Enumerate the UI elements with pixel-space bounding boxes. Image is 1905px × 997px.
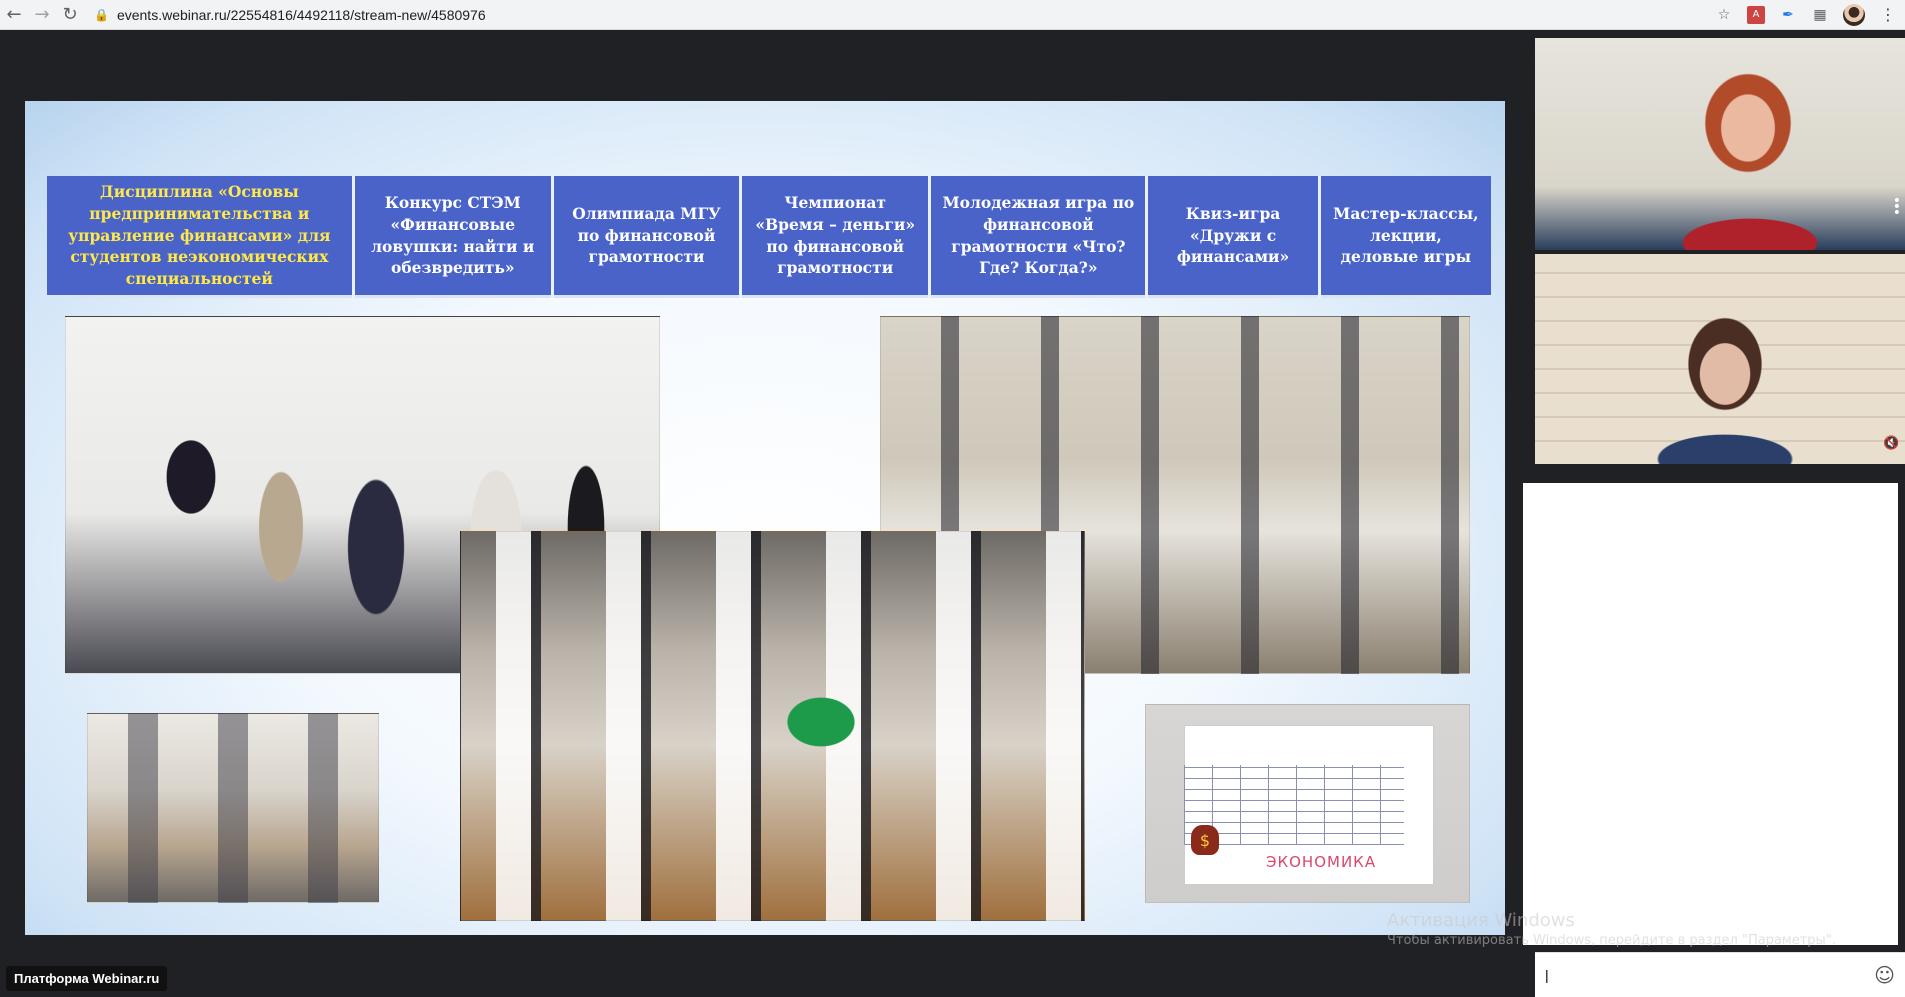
forward-arrow-icon[interactable]: →	[28, 1, 56, 29]
money-bag-icon: $	[1191, 825, 1219, 855]
chat-input-bar: ☺	[1535, 952, 1905, 997]
photo-students-with-bags	[460, 531, 1085, 921]
chat-input[interactable]	[1545, 967, 1875, 983]
category-cell: Чемпионат «Время – деньги» по финансовой…	[742, 176, 929, 298]
poster-title: ЭКОНОМИКА	[1266, 853, 1377, 871]
photo-classroom	[87, 713, 379, 903]
muted-microphone-icon: 🔇	[1883, 436, 1900, 451]
chat-panel	[1523, 483, 1898, 945]
category-cell: Конкурс СТЭМ «Финансовые ловушки: найти …	[354, 176, 551, 298]
presentation-slide: Дисциплина «Основы предпринимательства и…	[25, 101, 1505, 935]
presentation-stage: Дисциплина «Основы предпринимательства и…	[0, 31, 1535, 997]
pdf-extension-icon[interactable]: A	[1747, 5, 1765, 24]
video-feed-speaker-2[interactable]: 🔇	[1535, 254, 1905, 464]
category-cell: Квиз-игра «Дружи с финансами»	[1148, 176, 1318, 298]
profile-avatar[interactable]	[1843, 3, 1865, 26]
video-feed-speaker-1[interactable]: • • •	[1535, 38, 1905, 250]
menu-kebab-icon[interactable]: ⋮	[1879, 5, 1897, 24]
platform-brand-badge[interactable]: Платформа Webinar.ru	[6, 966, 168, 991]
lock-icon[interactable]: 🔒	[94, 8, 109, 22]
category-header-row: Дисциплина «Основы предпринимательства и…	[47, 176, 1491, 298]
address-bar[interactable]: events.webinar.ru/22554816/4492118/strea…	[117, 7, 1715, 23]
back-arrow-icon[interactable]: ←	[0, 1, 28, 29]
bookmark-star-icon[interactable]: ☆	[1715, 6, 1733, 24]
more-options-icon[interactable]: • • •	[1893, 194, 1901, 220]
reload-icon[interactable]: ↻	[56, 1, 84, 29]
extension-icon[interactable]: ▦	[1811, 6, 1829, 24]
photo-economics-poster: $ ЭКОНОМИКА	[1145, 704, 1470, 903]
category-cell: Мастер-классы, лекции, деловые игры	[1320, 176, 1491, 298]
category-cell: Дисциплина «Основы предпринимательства и…	[47, 176, 352, 298]
category-cell: Олимпиада МГУ по финансовой грамотности	[553, 176, 740, 298]
browser-toolbar: ← → ↻ 🔒 events.webinar.ru/22554816/44921…	[0, 0, 1905, 30]
emoji-icon[interactable]: ☺	[1874, 963, 1895, 987]
category-cell: Молодежная игра по финансовой грамотност…	[931, 176, 1146, 298]
pen-extension-icon[interactable]: ✒	[1779, 6, 1797, 24]
